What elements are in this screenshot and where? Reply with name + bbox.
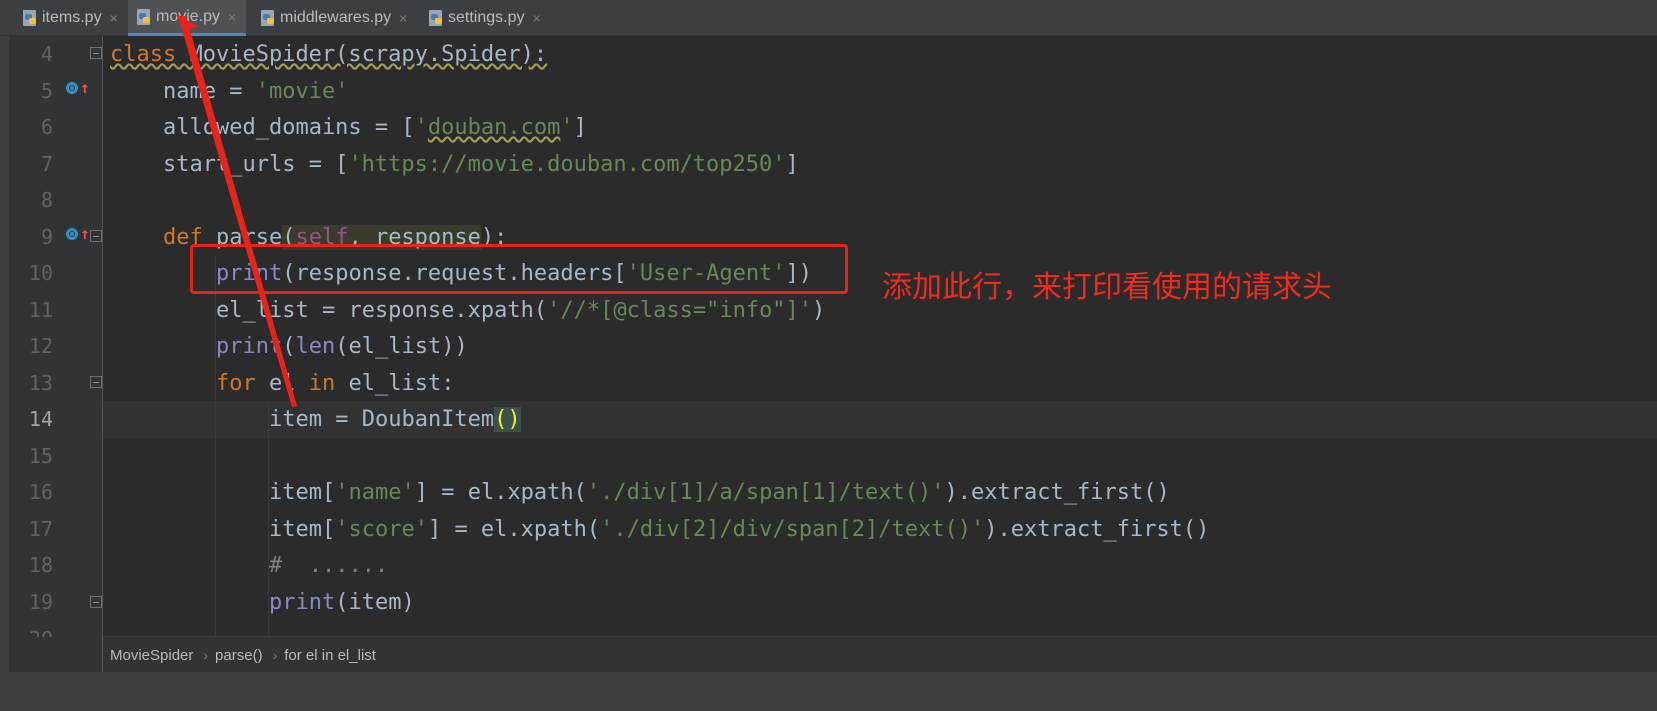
breadcrumb-item-class[interactable]: MovieSpider [103,647,193,664]
chevron-right-icon: › [272,647,278,663]
breadcrumb: MovieSpider › parse() › for el in el_lis… [103,636,1657,673]
annotation-arrow [175,14,297,407]
status-bar [0,672,1657,711]
annotation-highlight-box [190,244,848,294]
breadcrumb-item-loop[interactable]: for el in el_list [277,647,376,664]
chevron-right-icon: › [203,647,209,663]
annotation-text: 添加此行，来打印看使用的请求头 [882,270,1332,305]
breadcrumb-item-method[interactable]: parse() [208,647,263,664]
